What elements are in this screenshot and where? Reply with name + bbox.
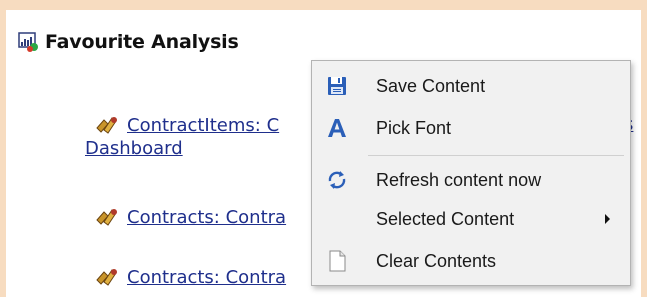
item-link-continuation[interactable]: Dashboard xyxy=(85,138,183,159)
refresh-icon xyxy=(325,168,349,192)
list-item: Contracts: Contra xyxy=(94,266,286,288)
menu-item-label: Pick Font xyxy=(376,117,452,138)
menu-separator xyxy=(368,155,624,156)
font-icon xyxy=(325,116,349,140)
submenu-arrow-icon xyxy=(605,214,610,224)
menu-item-label: Refresh content now xyxy=(376,169,542,190)
item-link[interactable]: ContractItems: C xyxy=(127,115,279,136)
menu-item-refresh-content-now[interactable]: Refresh content now xyxy=(312,161,630,199)
menu-item-save-content[interactable]: Save Content xyxy=(312,67,630,105)
panel-title: Favourite Analysis xyxy=(45,31,239,53)
dashboard-tools-icon xyxy=(94,114,121,136)
floppy-disk-icon xyxy=(325,74,349,98)
dashboard-tools-icon xyxy=(94,266,121,288)
list-item: ContractItems: C Dashboard xyxy=(85,114,279,160)
context-menu: Save Content Pick Font Refresh content n… xyxy=(311,60,631,286)
chart-analysis-icon xyxy=(17,31,41,53)
dashboard-tools-icon xyxy=(94,206,121,228)
item-link[interactable]: Contracts: Contra xyxy=(127,267,286,288)
list-item: Contracts: Contra xyxy=(94,206,286,228)
menu-item-pick-font[interactable]: Pick Font xyxy=(312,109,630,147)
panel-header: Favourite Analysis xyxy=(17,31,239,53)
menu-item-selected-content[interactable]: Selected Content xyxy=(312,200,630,238)
blank-document-icon xyxy=(325,249,349,273)
menu-item-label: Clear Contents xyxy=(376,250,497,271)
menu-item-clear-contents[interactable]: Clear Contents xyxy=(312,242,630,280)
item-link[interactable]: Contracts: Contra xyxy=(127,207,286,228)
menu-item-label: Save Content xyxy=(376,75,486,96)
menu-item-label: Selected Content xyxy=(376,208,515,229)
